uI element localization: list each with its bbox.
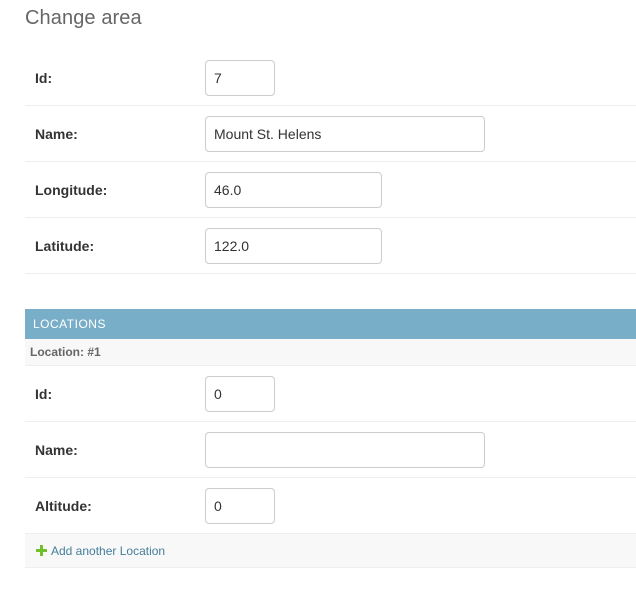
plus-icon bbox=[36, 545, 47, 556]
name-label: Name: bbox=[35, 125, 78, 142]
page-title: Change area bbox=[25, 7, 142, 29]
location-id-input[interactable] bbox=[205, 375, 275, 412]
field-row-latitude: Latitude: bbox=[25, 218, 636, 274]
location-field-row-id: Id: bbox=[25, 366, 636, 422]
location-field-row-altitude: Altitude: bbox=[25, 478, 636, 534]
field-row-longitude: Longitude: bbox=[25, 162, 636, 218]
id-label: Id: bbox=[35, 69, 53, 86]
latitude-label: Latitude: bbox=[35, 237, 95, 254]
location-name-input[interactable] bbox=[205, 431, 485, 468]
field-row-id: Id: bbox=[25, 50, 636, 106]
add-another-location-link[interactable]: Add another Location bbox=[36, 544, 165, 558]
location-id-label: Id: bbox=[35, 385, 53, 402]
location-altitude-label: Altitude: bbox=[35, 497, 92, 514]
id-input[interactable] bbox=[205, 59, 275, 96]
add-row: Add another Location bbox=[25, 534, 636, 568]
longitude-input[interactable] bbox=[205, 171, 382, 208]
locations-header: LOCATIONS bbox=[25, 309, 636, 339]
add-another-location-label: Add another Location bbox=[51, 543, 166, 558]
field-row-name: Name: bbox=[25, 106, 636, 162]
longitude-label: Longitude: bbox=[35, 181, 108, 198]
location-field-row-name: Name: bbox=[25, 422, 636, 478]
name-input[interactable] bbox=[205, 115, 485, 152]
latitude-input[interactable] bbox=[205, 227, 382, 264]
location-name-label: Name: bbox=[35, 441, 78, 458]
location-altitude-input[interactable] bbox=[205, 487, 275, 524]
change-area-page: Change area Id: Name: Longitude: Latitud… bbox=[0, 0, 636, 605]
area-form: Id: Name: Longitude: Latitude: bbox=[25, 50, 636, 274]
location-subheader: Location: #1 bbox=[25, 339, 636, 366]
locations-inline-group: LOCATIONS Location: #1 Id: Name: Altitud… bbox=[25, 309, 636, 568]
